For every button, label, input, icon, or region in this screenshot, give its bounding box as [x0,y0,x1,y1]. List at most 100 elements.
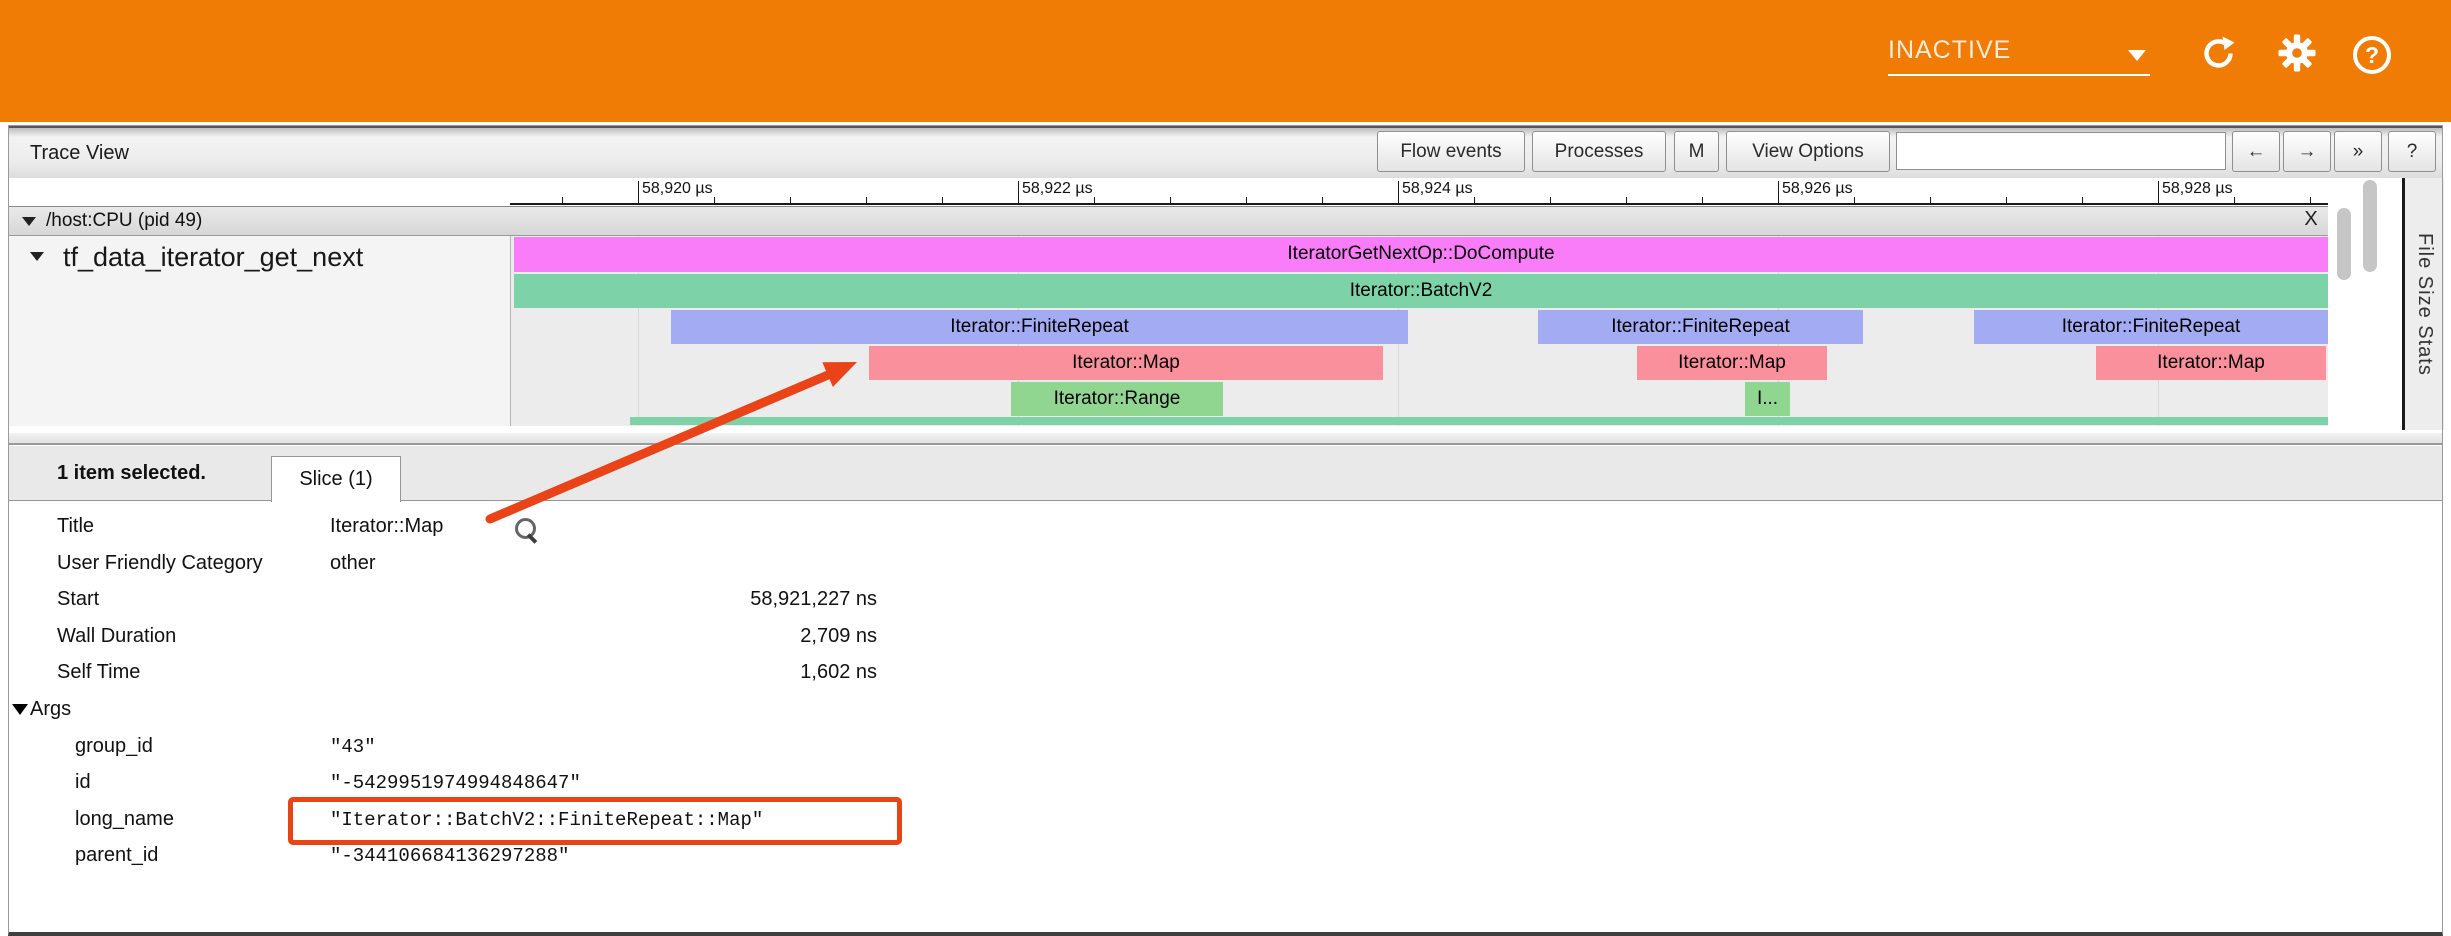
nav-button-forward[interactable]: → [2283,131,2331,172]
slice-label: Iterator::Map [2157,352,2265,373]
arg-name: long_name [75,808,174,831]
selection-status: 1 item selected. [57,462,206,485]
right-gutter [2328,178,2402,426]
detail-label: User Friendly Category [57,552,263,575]
slice-label: Iterator::FiniteRepeat [2062,316,2240,337]
page: INACTIVE ? Trace View Flow [0,0,2451,936]
slice-label: I... [1757,388,1778,409]
toolbar-button-view-options[interactable]: View Options [1726,131,1890,172]
trace-slice-iterator-range[interactable]: Iterator::Range [1011,382,1223,416]
arg-row-id: id "-5429951974994848647" [9,766,2442,803]
ruler-tick-label: 58,926 µs [1782,180,1853,198]
ruler-minor-tick [866,197,867,204]
caret-down-icon [2128,50,2146,61]
process-header-row[interactable]: /host:CPU (pid 49) X [9,206,2442,236]
detail-row: Start 58,921,227 ns [9,583,2442,620]
ruler-tick-label: 58,920 µs [642,180,713,198]
detail-value: other [330,552,376,575]
ruler-major-tick [1398,181,1399,204]
toolbar-button-flow-events[interactable]: Flow events [1377,131,1525,172]
ruler-minor-tick [942,197,943,204]
help-icon[interactable]: ? [2353,36,2391,74]
ruler-tick-label: 58,922 µs [1022,180,1093,198]
arg-value: "-344106684136297288" [330,845,569,867]
ruler-minor-tick [714,197,715,204]
tab-file-size-stats[interactable]: File Size Stats [2402,178,2444,430]
trace-slice-iterator-map[interactable]: Iterator::Map [869,346,1383,380]
slice-label: Iterator::BatchV2 [1350,280,1493,301]
file-size-stats-label: File Size Stats [2413,233,2436,376]
detail-label: Wall Duration [57,625,176,648]
nav-button-help[interactable]: ? [2388,131,2436,172]
ruler-minor-tick [2234,197,2235,204]
detail-value: 58,921,227 ns [330,588,877,611]
arg-name: id [75,771,91,794]
detail-label: Start [57,588,99,611]
arg-value: "Iterator::BatchV2::FiniteRepeat::Map" [330,809,763,831]
ruler-major-tick [1018,181,1019,204]
expand-triangle-icon[interactable] [12,704,28,715]
slice-label: IteratorGetNextOp::DoCompute [1287,243,1554,264]
ruler-minor-tick [1930,197,1931,204]
panel-title: Trace View [30,142,129,165]
trace-slice-iterator-finiterepeat[interactable]: Iterator::FiniteRepeat [1974,310,2328,344]
trace-toolbar: Trace View Flow eventsProcessesMView Opt… [9,125,2442,178]
track-label-panel: tf_data_iterator_get_next [9,236,511,426]
detail-label: Self Time [57,661,140,684]
trace-slice-iterator-finiterepeat[interactable]: Iterator::FiniteRepeat [1538,310,1863,344]
search-input[interactable] [1896,132,2226,170]
slice-label: Iterator::Map [1072,352,1180,373]
ruler-minor-tick [790,197,791,204]
ruler-minor-tick [1322,197,1323,204]
arg-row-long_name: long_name "Iterator::BatchV2::FiniteRepea… [9,803,2442,840]
toolbar-button-processes[interactable]: Processes [1532,131,1666,172]
args-label: Args [30,698,71,721]
trace-slice-i[interactable]: I... [1745,382,1790,416]
trace-slice-iteratorgetnextop-docompute[interactable]: IteratorGetNextOp::DoCompute [514,237,2328,272]
arg-value: "43" [330,736,376,758]
slice-label: Iterator::FiniteRepeat [950,316,1128,337]
detail-value: 2,709 ns [330,625,877,648]
nav-button-back[interactable]: ← [2232,131,2280,172]
arg-value: "-5429951974994848647" [330,772,581,794]
detail-row: Self Time 1,602 ns [9,656,2442,693]
gear-icon[interactable] [2277,33,2317,73]
scrollbar-thumb[interactable] [2337,208,2351,280]
ruler-minor-tick [1474,197,1475,204]
scrollbar-thumb[interactable] [2363,180,2377,272]
slice-label: Iterator::Map [1678,352,1786,373]
ruler-minor-tick [1170,197,1171,204]
panel-splitter[interactable] [9,433,2442,445]
timeline-canvas[interactable]: IteratorGetNextOp::DoComputeIterator::Ba… [511,236,2328,426]
tab-slice[interactable]: Slice (1) [271,456,401,502]
ruler-minor-tick [1550,197,1551,204]
ruler-major-tick [1778,181,1779,204]
toolbar-button-m[interactable]: M [1674,131,1719,172]
args-header-row[interactable]: Args [9,693,2442,730]
trace-slice-partial[interactable] [630,417,2328,425]
search-icon[interactable] [515,518,536,539]
track-area: tf_data_iterator_get_next IteratorGetNex… [9,236,2442,426]
ruler-minor-tick [1246,197,1247,204]
collapse-triangle-icon[interactable] [30,252,44,261]
app-header: INACTIVE ? [0,0,2451,122]
ruler-minor-tick [1094,197,1095,204]
details-body: TitleIterator::MapUser Friendly Category… [9,501,2442,930]
trace-slice-iterator-batchv2[interactable]: Iterator::BatchV2 [514,274,2328,308]
trace-slice-iterator-finiterepeat[interactable]: Iterator::FiniteRepeat [671,310,1408,344]
refresh-icon[interactable] [2200,36,2236,72]
ruler-major-tick [2158,181,2159,204]
detail-value: 1,602 ns [330,661,877,684]
collapse-triangle-icon[interactable] [22,217,36,226]
detail-label: Title [57,515,94,538]
nav-button-more[interactable]: » [2334,131,2382,172]
trace-slice-iterator-map[interactable]: Iterator::Map [2096,346,2326,380]
process-label: /host:CPU (pid 49) [46,210,202,232]
close-button[interactable]: X [2296,208,2326,234]
time-ruler: 58,920 µs58,922 µs58,924 µs58,926 µs58,9… [9,178,2442,206]
ruler-tick-label: 58,928 µs [2162,180,2233,198]
detail-row: TitleIterator::Map [9,510,2442,547]
status-dropdown[interactable]: INACTIVE [1888,34,2150,76]
trace-slice-iterator-map[interactable]: Iterator::Map [1637,346,1827,380]
arg-row-group_id: group_id"43" [9,730,2442,767]
